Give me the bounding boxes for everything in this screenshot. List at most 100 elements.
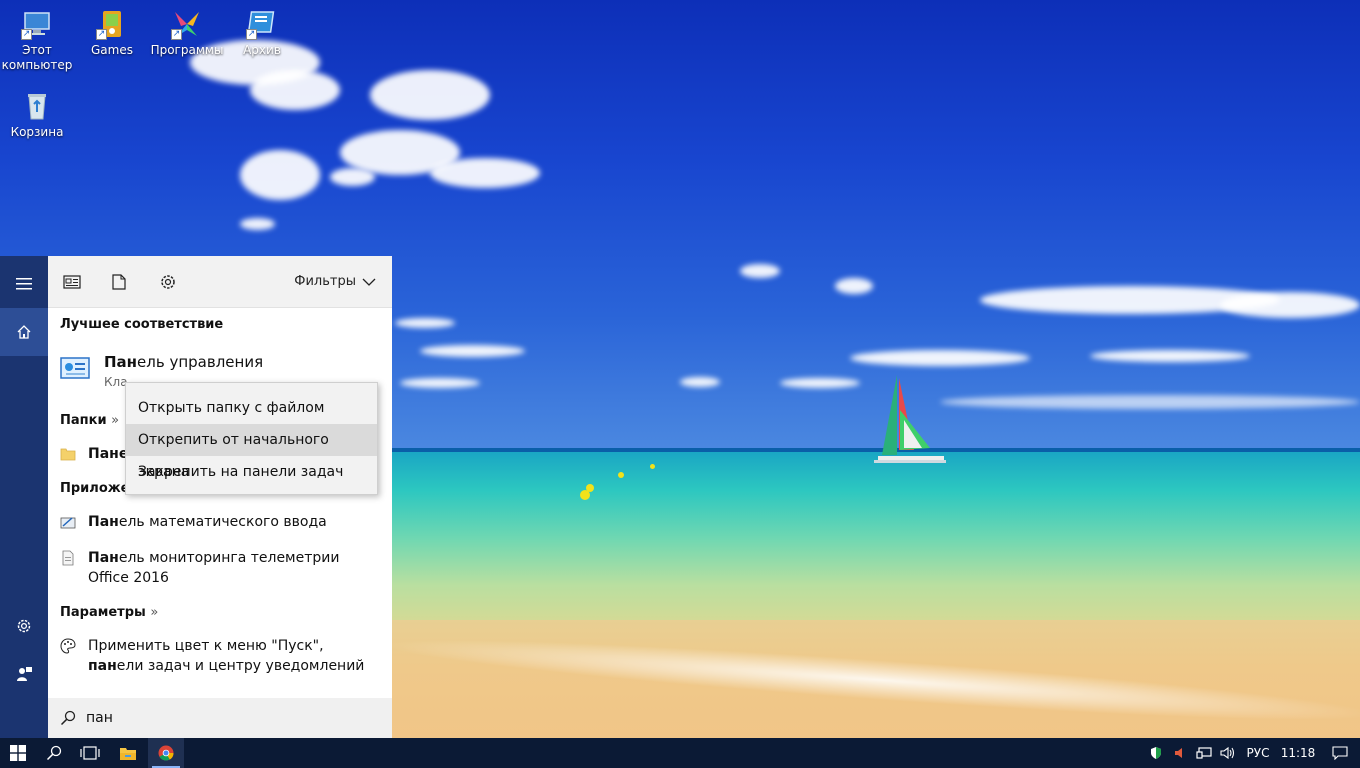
shortcut-arrow-icon: ↗ [96,29,107,40]
color-palette-icon [60,638,78,656]
chrome-button[interactable] [148,738,184,768]
settings-result-pre: Применить цвет к меню "Пуск", [88,638,324,654]
settings-header[interactable]: Параметры » [60,605,158,620]
cloud [400,378,480,388]
desktop-icon-label: Корзина [10,125,64,139]
cloud [1220,292,1360,318]
app-result-math-input-panel[interactable]: Панель математического ввода [60,512,380,532]
cloud [940,395,1360,409]
desktop-icon-label: Программы [150,43,224,57]
best-match-header-label: Лучшее соответствие [60,317,224,332]
filters-label: Фильтры [294,274,356,289]
search-box[interactable] [48,698,392,738]
settings-more-arrow: » [150,605,159,620]
context-open-file-location[interactable]: Открыть папку с файлом [126,392,377,424]
folders-header[interactable]: Папки » [60,413,119,428]
settings-tab-icon [161,275,175,289]
settings-result-label: Применить цвет к меню "Пуск", панели зад… [88,636,380,676]
app-result-office-telemetry[interactable]: Панель мониторинга телеметрии Office 201… [60,548,380,588]
system-tray: РУС 11:18 [1144,738,1360,768]
language-indicator[interactable]: РУС [1240,746,1276,760]
context-unpin-from-start[interactable]: Открепить от начального экрана [126,424,377,480]
app-result-rest: ель мониторинга телеметрии Office 2016 [88,550,340,586]
desktop-icon-label: Этот компьютер [1,43,73,72]
file-explorer-button[interactable] [110,738,146,768]
search-icon [46,745,62,761]
tab-apps[interactable] [60,270,84,294]
match-highlight: Пан [88,550,119,566]
shortcut-arrow-icon: ↗ [171,29,182,40]
cloud [370,70,490,120]
desktop-icon-games[interactable]: ↗ Games [74,8,150,58]
defender-tray-button[interactable] [1144,738,1168,768]
feedback-button[interactable] [0,650,48,698]
tab-documents[interactable] [107,270,131,294]
search-icon [60,710,76,726]
hamburger-menu-icon [16,278,32,290]
desktop-icon-recycle-bin[interactable]: Корзина [0,90,75,140]
desktop-icon-this-pc[interactable]: ↗ Этот компьютер [0,8,75,73]
cloud [1090,350,1250,362]
search-input[interactable] [86,710,366,726]
context-menu: Открыть папку с файлом Открепить от нача… [125,382,378,495]
cloud [395,318,455,328]
games-folder-icon: ↗ [96,8,128,40]
cloud [680,377,720,387]
speaker-icon [1220,746,1235,760]
task-view-button[interactable] [72,738,108,768]
app-result-rest: ель математического ввода [118,514,327,530]
documents-tab-icon [112,274,126,290]
control-panel-icon [60,356,90,382]
folders-more-arrow: » [111,413,120,428]
match-highlight: Пан [88,514,119,530]
home-icon [17,325,31,339]
buoy [650,464,655,469]
cloud [740,264,780,278]
context-pin-to-taskbar[interactable]: Закрепить на панели задач [126,456,377,488]
notification-icon [1332,746,1348,760]
recycle-bin-icon [21,90,53,122]
cloud [250,70,340,110]
filters-dropdown[interactable]: Фильтры [294,274,376,289]
match-highlight: Пане [88,446,129,462]
tab-settings[interactable] [156,270,180,294]
settings-result-start-color[interactable]: Применить цвет к меню "Пуск", панели зад… [60,636,380,676]
cloud [420,345,525,357]
speaker-button[interactable] [1216,738,1240,768]
archive-icon: ↗ [246,8,278,40]
taskbar-search-button[interactable] [36,738,72,768]
cloud [835,278,873,294]
app-result-label: Панель математического ввода [88,512,380,532]
hamburger-menu-button[interactable] [0,260,48,308]
search-results-list: Лучшее соответствие Панель управления Кл… [48,308,392,698]
shortcut-arrow-icon: ↗ [21,29,32,40]
settings-header-label: Параметры [60,605,146,620]
volume-button[interactable] [1168,738,1192,768]
folder-icon [60,446,78,464]
speaker-muted-icon [1175,748,1182,758]
action-center-button[interactable] [1320,738,1360,768]
desktop-icon-programs[interactable]: ↗ Программы [149,8,225,58]
match-highlight: пан [88,658,117,674]
chrome-icon [158,745,174,761]
cloud [430,158,540,188]
settings-button[interactable] [0,602,48,650]
search-scope-bar: Фильтры [48,256,392,308]
start-button[interactable] [0,738,36,768]
cloud [240,150,320,200]
apps-tab-icon [63,275,81,289]
network-button[interactable] [1192,738,1216,768]
best-match-header: Лучшее соответствие [60,317,223,332]
desktop-icon-archive[interactable]: ↗ Архив [224,8,300,58]
telemetry-dashboard-icon [60,550,78,568]
search-results-panel: Фильтры Лучшее соответствие Пан ель управ… [48,256,392,738]
computer-icon: ↗ [21,8,53,40]
desktop-icon-label: Архив [243,43,281,57]
taskbar: РУС 11:18 [0,738,1360,768]
shortcut-arrow-icon: ↗ [246,29,257,40]
chevron-down-icon [362,278,376,286]
clock[interactable]: 11:18 [1276,746,1320,760]
home-button[interactable] [0,308,48,356]
task-view-icon [80,746,100,760]
best-match-title-rest: ель управления [137,353,264,371]
